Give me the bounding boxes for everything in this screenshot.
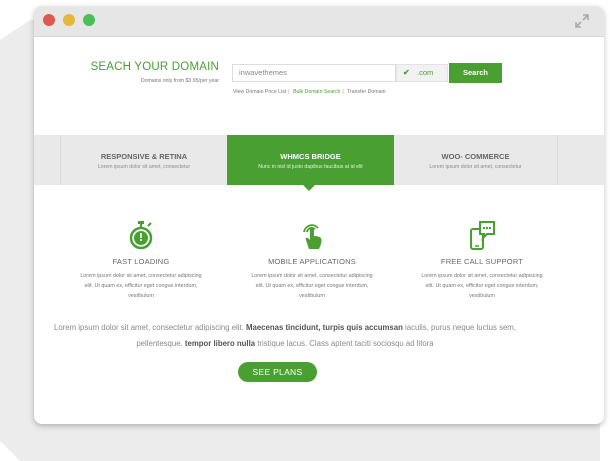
touch-hand-icon <box>303 224 322 249</box>
search-subtitle: Domains only from $3.95/per year <box>140 78 219 84</box>
check-icon: ✔ <box>403 68 410 77</box>
tld-value: .com <box>417 68 434 77</box>
see-plans-button[interactable]: SEE PLANS <box>238 362 317 382</box>
price-list-link[interactable]: View Domain Price List <box>233 89 286 95</box>
transfer-domain-link[interactable]: Transfer Domain <box>347 89 385 95</box>
domain-search-section: SEACH YOUR DOMAIN Domains only from $3.9… <box>34 37 604 135</box>
feature-mobile-applications: MOBILE APPLICATIONS Lorem ipsum dolor si… <box>242 185 382 301</box>
close-window-button[interactable] <box>43 14 55 26</box>
tab-subtitle: Lorem ipsum dolor sit amet, consectetur <box>97 164 191 170</box>
search-title: SEACH YOUR DOMAIN <box>90 61 219 73</box>
feature-title: FAST LOADING <box>112 257 170 266</box>
tab-responsive-retina[interactable]: RESPONSIVE & RETINA Lorem ipsum dolor si… <box>60 135 227 185</box>
domain-links: View Domain Price List | Bulk Domain Sear… <box>233 89 386 95</box>
tab-whmcs-bridge[interactable]: WHMCS BRIDGE Nunc in nisl id justo dapib… <box>227 135 394 191</box>
feature-tabs: RESPONSIVE & RETINA Lorem ipsum dolor si… <box>34 135 604 191</box>
features-row: FAST LOADING Lorem ipsum dolor sit amet,… <box>34 185 604 310</box>
tld-select[interactable]: ✔ .com <box>396 64 448 82</box>
feature-title: FREE CALL SUPPORT <box>440 257 524 266</box>
tab-title: RESPONSIVE & RETINA <box>100 152 188 161</box>
maximize-window-button[interactable] <box>83 14 95 26</box>
phone-chat-icon <box>470 221 495 250</box>
stopwatch-icon <box>129 221 153 250</box>
feature-fast-loading: FAST LOADING Lorem ipsum dolor sit amet,… <box>71 185 211 301</box>
intro-paragraph: Lorem ipsum dolor sit amet, consectetur … <box>54 323 516 348</box>
feature-description: Lorem ipsum dolor sit amet, consectetur … <box>421 273 543 299</box>
feature-free-call-support: FREE CALL SUPPORT Lorem ipsum dolor sit … <box>412 185 552 301</box>
domain-input[interactable]: inwavethemes <box>232 64 396 82</box>
tab-subtitle: Nunc in nisl id justo dapibus faucibus a… <box>258 164 363 170</box>
feature-description: Lorem ipsum dolor sit amet, consectetur … <box>80 273 202 299</box>
window-titlebar <box>34 6 604 37</box>
browser-window: SEACH YOUR DOMAIN Domains only from $3.9… <box>34 6 604 424</box>
tab-title: WHMCS BRIDGE <box>280 152 341 161</box>
tab-title: WOO- COMMERCE <box>441 152 510 161</box>
expand-icon[interactable] <box>574 13 590 29</box>
bulk-search-link[interactable]: Bulk Domain Search <box>293 89 340 95</box>
tab-subtitle: Lorem ipsum dolor sit amet, consectetur <box>429 164 522 170</box>
feature-description: Lorem ipsum dolor sit amet, consectetur … <box>251 273 373 299</box>
search-button[interactable]: Search <box>449 63 502 83</box>
minimize-window-button[interactable] <box>63 14 75 26</box>
tab-woocommerce[interactable]: WOO- COMMERCE Lorem ipsum dolor sit amet… <box>394 135 558 185</box>
feature-title: MOBILE APPLICATIONS <box>268 257 356 266</box>
